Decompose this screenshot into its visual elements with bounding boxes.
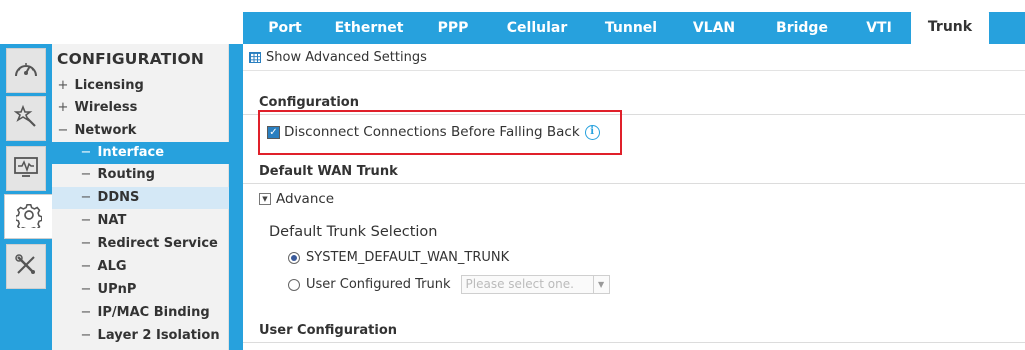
tab-cellular[interactable]: Cellular <box>497 12 577 44</box>
toolbar-divider <box>243 70 1025 71</box>
info-icon[interactable]: i <box>584 124 600 140</box>
configuration-button[interactable] <box>4 194 52 239</box>
nav-item-ip-mac-binding[interactable]: − IP/MAC Binding <box>52 302 229 324</box>
configuration-section-title: Configuration <box>259 95 359 110</box>
tab-strip: Port Ethernet PPP Cellular Tunnel VLAN B… <box>243 11 1025 44</box>
system-default-trunk-row: SYSTEM_DEFAULT_WAN_TRUNK <box>288 250 509 265</box>
dash-icon: − <box>80 328 92 343</box>
advance-label: Advance <box>276 191 335 207</box>
nav-item-interface[interactable]: − Interface <box>52 142 229 164</box>
user-configured-trunk-radio[interactable] <box>288 278 300 291</box>
user-configuration-title: User Configuration <box>259 323 398 338</box>
nav-item-ddns[interactable]: − DDNS <box>52 187 229 209</box>
tab-bridge[interactable]: Bridge <box>763 12 841 44</box>
nav-item-licensing[interactable]: + Licensing <box>52 75 229 97</box>
trunk-select-placeholder: Please select one. <box>465 277 574 291</box>
tab-tunnel[interactable]: Tunnel <box>597 12 665 44</box>
nav-item-nat[interactable]: − NAT <box>52 210 229 232</box>
nav-title: CONFIGURATION <box>57 50 205 68</box>
tab-vti[interactable]: VTI <box>858 12 900 44</box>
dash-icon: − <box>80 259 92 274</box>
system-default-trunk-label: SYSTEM_DEFAULT_WAN_TRUNK <box>306 250 510 265</box>
nav-item-network[interactable]: − Network <box>52 120 229 142</box>
tab-port[interactable]: Port <box>261 12 309 44</box>
maintenance-button[interactable] <box>6 244 46 289</box>
monitor-wand-icon <box>13 104 38 133</box>
expand-icon: + <box>57 78 69 93</box>
dashboard-button[interactable] <box>6 48 46 93</box>
disconnect-connections-checkbox[interactable]: ✓ <box>267 125 280 139</box>
collapse-triangle-icon: ▼ <box>259 193 271 205</box>
nav-item-routing[interactable]: − Routing <box>52 164 229 186</box>
nav-item-upnp[interactable]: − UPnP <box>52 279 229 301</box>
disconnect-connections-row: ✓ Disconnect Connections Before Falling … <box>267 124 600 140</box>
show-advanced-settings-label: Show Advanced Settings <box>266 50 427 65</box>
icon-rail <box>0 44 52 350</box>
table-grid-icon <box>249 52 261 63</box>
system-default-trunk-radio[interactable] <box>288 251 300 264</box>
wizard-button[interactable] <box>6 96 46 141</box>
section-divider <box>243 183 1025 184</box>
dash-icon: − <box>80 236 92 251</box>
trunk-select[interactable]: Please select one. ▼ <box>460 275 610 294</box>
default-wan-trunk-title: Default WAN Trunk <box>259 164 398 179</box>
nav-gutter <box>229 44 243 350</box>
nav-item-layer-2-isolation[interactable]: − Layer 2 Isolation <box>52 325 229 347</box>
nav-item-redirect-service[interactable]: − Redirect Service <box>52 233 229 255</box>
advance-toggle[interactable]: ▼ Advance <box>259 191 334 207</box>
main-content: Show Advanced Settings Configuration ✓ D… <box>243 44 1025 350</box>
maintenance-tools-icon <box>14 253 38 281</box>
user-configured-trunk-row: User Configured Trunk Please select one.… <box>288 275 610 294</box>
show-advanced-settings-link[interactable]: Show Advanced Settings <box>249 50 427 65</box>
dash-icon: − <box>80 145 92 160</box>
top-tab-bar: Port Ethernet PPP Cellular Tunnel VLAN B… <box>0 0 1025 44</box>
tab-trunk[interactable]: Trunk <box>911 11 989 44</box>
default-trunk-selection-title: Default Trunk Selection <box>269 224 438 240</box>
dash-icon: − <box>80 213 92 228</box>
navigation-tree: CONFIGURATION + Licensing + Wireless − N… <box>52 44 229 350</box>
tab-ppp[interactable]: PPP <box>429 12 477 44</box>
nav-item-wireless[interactable]: + Wireless <box>52 97 229 119</box>
dash-icon: − <box>80 305 92 320</box>
dash-icon: − <box>80 167 92 182</box>
chevron-down-icon: ▼ <box>592 276 609 293</box>
section-divider <box>243 342 1025 343</box>
tab-ethernet[interactable]: Ethernet <box>329 12 409 44</box>
dash-icon: − <box>80 190 92 205</box>
dash-icon: − <box>80 282 92 297</box>
disconnect-connections-label: Disconnect Connections Before Falling Ba… <box>284 124 580 140</box>
expand-icon: + <box>57 100 69 115</box>
collapse-icon: − <box>57 123 69 138</box>
configuration-gear-icon <box>14 202 43 232</box>
nav-item-alg[interactable]: − ALG <box>52 256 229 278</box>
user-configured-trunk-label: User Configured Trunk <box>306 277 451 292</box>
dashboard-icon <box>13 58 39 84</box>
tab-vlan[interactable]: VLAN <box>685 12 743 44</box>
activity-monitor-icon <box>13 156 39 182</box>
monitor-button[interactable] <box>6 146 46 191</box>
